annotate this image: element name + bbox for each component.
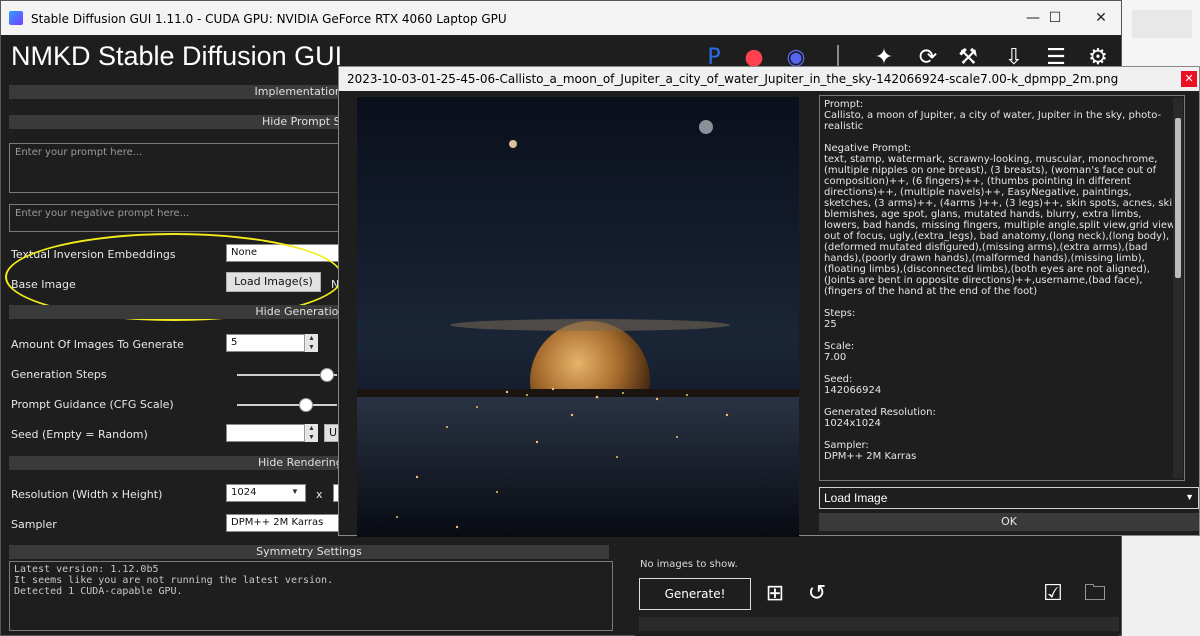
amount-label: Amount Of Images To Generate	[11, 338, 184, 351]
generate-button[interactable]: Generate!	[639, 578, 751, 610]
load-image-select-value: Load Image	[824, 491, 888, 505]
progress-bar	[639, 617, 1119, 631]
app-heading: NMKD Stable Diffusion GUI	[11, 41, 343, 71]
screen: { "window": { "title": "Stable Diffusion…	[0, 0, 1200, 636]
guidance-slider-track[interactable]	[237, 404, 337, 406]
meta-sampler-value: DPM++ 2M Karras	[824, 451, 917, 462]
app-icon	[9, 11, 23, 25]
seed-label: Seed (Empty = Random)	[11, 428, 148, 441]
meta-negative-label: Negative Prompt:	[824, 143, 912, 154]
title-bar: Stable Diffusion GUI 1.11.0 - CUDA GPU: …	[1, 1, 1121, 35]
background-window	[1122, 0, 1200, 66]
negative-prompt-input[interactable]: Enter your negative prompt here...	[9, 204, 349, 232]
no-images-text: No images to show.	[640, 559, 738, 570]
sampler-label: Sampler	[11, 518, 57, 531]
history-icon[interactable]: ↺	[801, 579, 833, 609]
window-title: Stable Diffusion GUI 1.11.0 - CUDA GPU: …	[31, 12, 507, 26]
meta-prompt-value: Callisto, a moon of Jupiter, a city of w…	[824, 110, 1162, 132]
guidance-label: Prompt Guidance (CFG Scale)	[11, 398, 174, 411]
meta-scale-label: Scale:	[824, 341, 855, 352]
maximize-button[interactable]: ☐	[1035, 7, 1075, 29]
log-line: Latest version: 1.12.0b5	[14, 564, 159, 575]
chevron-down-icon: ▼	[1185, 492, 1194, 502]
load-image-select[interactable]: Load Image ▼	[819, 487, 1199, 509]
steps-label: Generation Steps	[11, 368, 107, 381]
seed-stepper[interactable]: ▲ ▼	[304, 424, 318, 442]
log-line: It seems like you are not running the la…	[14, 575, 334, 586]
meta-resolution-label: Generated Resolution:	[824, 407, 936, 418]
checkbox-icon[interactable]: ☑	[1037, 579, 1069, 609]
metadata-scrollbar[interactable]	[1173, 98, 1183, 478]
meta-prompt-label: Prompt:	[824, 99, 864, 110]
scrollbar-thumb[interactable]	[1175, 118, 1181, 278]
meta-seed-value[interactable]: 142066924	[824, 385, 1180, 396]
prompt-input[interactable]: Enter your prompt here...	[9, 143, 349, 193]
image-illustration	[357, 97, 799, 537]
chevron-down-icon: ▼	[291, 487, 299, 496]
meta-sampler-label: Sampler:	[824, 440, 869, 451]
resolution-x-label: x	[316, 488, 323, 501]
meta-resolution-value: 1024x1024	[824, 418, 881, 429]
close-button[interactable]: ✕	[1081, 7, 1121, 29]
steps-slider-thumb[interactable]	[320, 368, 334, 382]
background-tab	[1132, 10, 1192, 38]
log-output: Latest version: 1.12.0b5 It seems like y…	[9, 561, 613, 631]
symmetry-settings-bar[interactable]: Symmetry Settings	[9, 545, 609, 559]
log-line: Detected 1 CUDA-capable GPU.	[14, 586, 183, 597]
guidance-slider-thumb[interactable]	[299, 398, 313, 412]
dialog-title-bar: 2023-10-03-01-25-45-06-Callisto_a_moon_o…	[339, 67, 1199, 91]
meta-seed-label: Seed:	[824, 374, 853, 385]
generated-image	[357, 97, 799, 537]
add-queue-icon[interactable]: ⊞	[759, 579, 791, 609]
dialog-title: 2023-10-03-01-25-45-06-Callisto_a_moon_o…	[347, 72, 1119, 86]
image-metadata: Prompt: Callisto, a moon of Jupiter, a c…	[819, 95, 1185, 481]
dialog-close-button[interactable]: ✕	[1181, 71, 1197, 87]
meta-steps-value: 25	[824, 319, 837, 330]
meta-negative-value: text, stamp, watermark, scrawny-looking,…	[824, 154, 1179, 297]
meta-steps-label: Steps:	[824, 308, 856, 319]
amount-stepper[interactable]: ▲ ▼	[304, 334, 318, 352]
resolution-label: Resolution (Width x Height)	[11, 488, 163, 501]
ok-button[interactable]: OK	[819, 513, 1199, 531]
sampler-select[interactable]: DPM++ 2M Karras	[226, 514, 341, 532]
image-viewer-dialog: 2023-10-03-01-25-45-06-Callisto_a_moon_o…	[338, 66, 1200, 537]
folder-icon[interactable]: 🗀	[1079, 579, 1111, 609]
meta-scale-value: 7.00	[824, 352, 847, 363]
